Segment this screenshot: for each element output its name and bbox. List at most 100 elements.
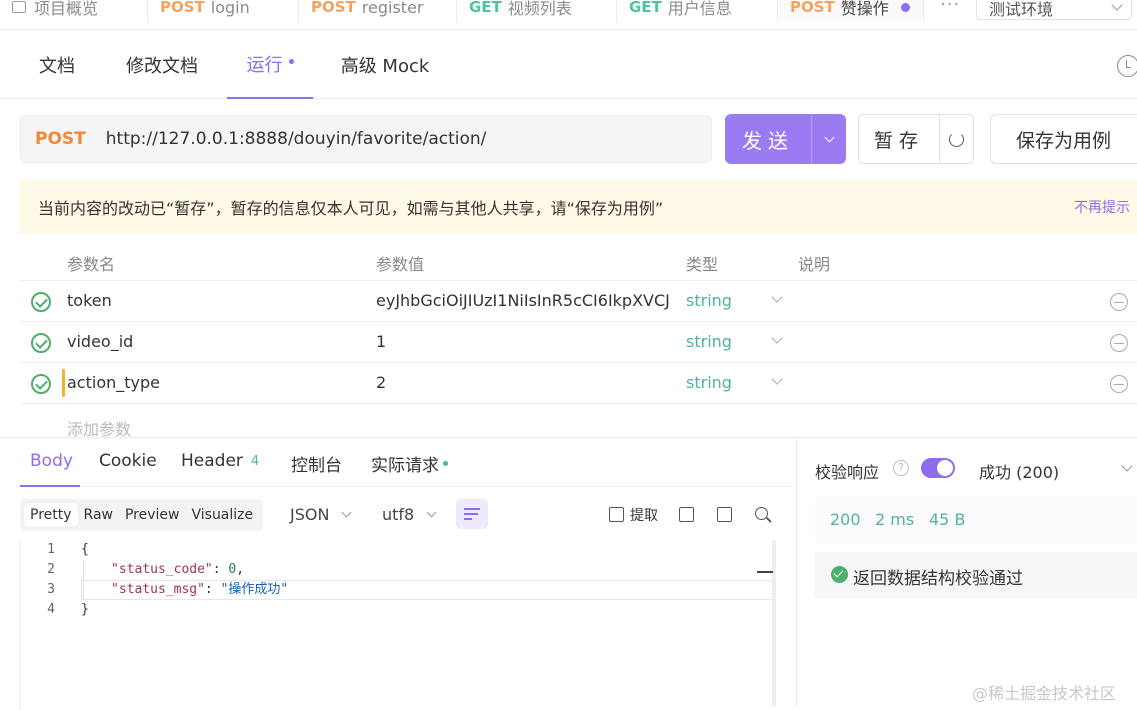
tab-post-register[interactable]: POST register: [299, 0, 457, 22]
tab-edit-doc[interactable]: 修改文档: [110, 30, 214, 99]
tab-post-login[interactable]: POST login: [148, 0, 299, 22]
tab-label: 运行: [246, 54, 283, 76]
param-value[interactable]: 1: [376, 332, 676, 351]
response-body-viewer[interactable]: 1 { 2 "status_code": 0, 3 "status_msg": …: [20, 540, 774, 710]
response-time: 2 ms: [875, 510, 915, 529]
chevron-down-icon[interactable]: [771, 332, 783, 344]
request-url-bar[interactable]: POST http://127.0.0.1:8888/douyin/favori…: [20, 115, 712, 163]
tab-label: Header: [181, 451, 243, 471]
tab-body[interactable]: Body: [30, 451, 73, 471]
chevron-down-icon[interactable]: [771, 373, 783, 385]
tab-label: Cookie: [99, 451, 157, 471]
tab-advanced-mock[interactable]: 高级 Mock: [330, 30, 440, 99]
extract-icon[interactable]: [609, 507, 624, 522]
unsaved-dot: [900, 2, 910, 12]
column-header: 类型: [686, 255, 719, 274]
tab-post-favorite[interactable]: POST 赞操作: [778, 0, 924, 22]
view-visualize[interactable]: Visualize: [185, 503, 259, 527]
more-tabs-button[interactable]: ···: [940, 0, 970, 15]
param-name[interactable]: video_id: [67, 332, 133, 351]
enabled-check-icon[interactable]: [31, 292, 51, 312]
environment-select[interactable]: 测试环境: [976, 0, 1132, 20]
wrap-icon-line: [464, 513, 478, 515]
method-badge: POST: [311, 0, 356, 16]
word-wrap-button[interactable]: [456, 499, 488, 529]
chevron-down-icon: [426, 507, 437, 518]
extract-button[interactable]: 提取: [630, 505, 658, 525]
verify-toggle[interactable]: [921, 458, 955, 478]
stash-button[interactable]: 暂存: [859, 126, 939, 153]
dismiss-notice-link[interactable]: 不再提示: [1074, 197, 1130, 217]
tab-label: 控制台: [291, 456, 342, 476]
remove-param-icon[interactable]: [1110, 334, 1128, 352]
stash-button-group: 暂存: [858, 114, 974, 164]
encoding-label: utf8: [382, 505, 415, 524]
tab-project-overview[interactable]: 项目概览: [0, 0, 148, 22]
tab-console[interactable]: 控制台: [291, 451, 342, 476]
tab-actual-request[interactable]: 实际请求: [371, 451, 448, 476]
chevron-down-icon[interactable]: [1121, 460, 1133, 472]
json-value: "操作成功": [220, 582, 289, 597]
view-raw[interactable]: Raw: [78, 503, 119, 527]
code-text: {: [81, 540, 89, 560]
url-input[interactable]: http://127.0.0.1:8888/douyin/favorite/ac…: [106, 129, 487, 149]
reset-button[interactable]: [940, 131, 973, 147]
download-icon[interactable]: [679, 507, 694, 522]
chevron-down-icon[interactable]: [771, 291, 783, 303]
view-pretty[interactable]: Pretty: [24, 503, 78, 527]
view-preview[interactable]: Preview: [119, 503, 186, 527]
param-value[interactable]: 2: [376, 373, 676, 392]
tab-get-user-info[interactable]: GET 用户信息: [617, 0, 778, 22]
copy-icon[interactable]: [717, 507, 732, 522]
param-name[interactable]: token: [67, 291, 112, 310]
enabled-check-icon[interactable]: [31, 333, 51, 353]
validation-result: 返回数据结构校验通过: [815, 552, 1137, 598]
wrap-icon-line: [464, 508, 480, 510]
tab-run[interactable]: 运行: [227, 30, 313, 99]
line-number: 1: [47, 542, 55, 557]
tab-label: 实际请求: [371, 456, 439, 476]
param-type[interactable]: string: [686, 291, 732, 310]
history-icon[interactable]: [1117, 55, 1137, 77]
tab-doc[interactable]: 文档: [20, 30, 94, 99]
send-options-button[interactable]: [812, 132, 846, 142]
reset-icon: [949, 131, 964, 147]
help-icon[interactable]: ?: [893, 460, 909, 476]
code-line: 4 }: [21, 600, 774, 620]
tab-label: login: [210, 0, 250, 17]
search-icon[interactable]: [755, 507, 768, 520]
param-row: action_type 2 string: [20, 363, 1137, 404]
format-select[interactable]: JSON: [290, 505, 352, 524]
param-row: video_id 1 string: [20, 322, 1137, 363]
encoding-select[interactable]: utf8: [382, 505, 437, 524]
response-tabs: Body Cookie Header 4 控制台 实际请求: [20, 445, 790, 487]
param-type[interactable]: string: [686, 373, 732, 392]
code-line: 3 "status_msg": "操作成功": [21, 580, 774, 600]
method-badge: POST: [160, 0, 205, 16]
response-stats: 200 2 ms 45 B: [815, 498, 1137, 542]
code-text: "status_msg": "操作成功": [111, 580, 288, 600]
enabled-check-icon[interactable]: [31, 374, 51, 394]
json-key: "status_code": [111, 562, 213, 577]
response-case-select[interactable]: 成功 (200): [979, 459, 1059, 483]
send-button[interactable]: 发送: [725, 114, 846, 164]
remove-param-icon[interactable]: [1110, 293, 1128, 311]
tab-header[interactable]: Header 4: [181, 451, 259, 471]
chevron-down-icon: [1111, 0, 1123, 11]
param-name[interactable]: action_type: [67, 373, 160, 392]
tab-cookie[interactable]: Cookie: [99, 451, 157, 471]
project-icon: [12, 1, 26, 13]
status-dot: [443, 461, 448, 466]
param-type[interactable]: string: [686, 332, 732, 351]
stash-notice: 当前内容的改动已“暂存”，暂存的信息仅本人可见，如需与其他人共享，请“保存为用例…: [20, 180, 1137, 234]
code-line: 1 {: [21, 540, 774, 560]
tab-get-video-list[interactable]: GET 视频列表: [457, 0, 617, 22]
drag-handle[interactable]: [62, 369, 65, 397]
json-key: "status_msg": [111, 582, 205, 597]
param-value[interactable]: eyJhbGciOiJIUzI1NiIsInR5cCI6IkpXVCJ: [376, 291, 676, 310]
save-as-case-button[interactable]: 保存为用例: [990, 114, 1137, 164]
scrollbar[interactable]: [772, 540, 776, 706]
params-table: 参数名 参数值 类型 说明 token eyJhbGciOiJIUzI1NiIs…: [20, 245, 1137, 444]
remove-param-icon[interactable]: [1110, 375, 1128, 393]
request-method[interactable]: POST: [35, 129, 86, 149]
